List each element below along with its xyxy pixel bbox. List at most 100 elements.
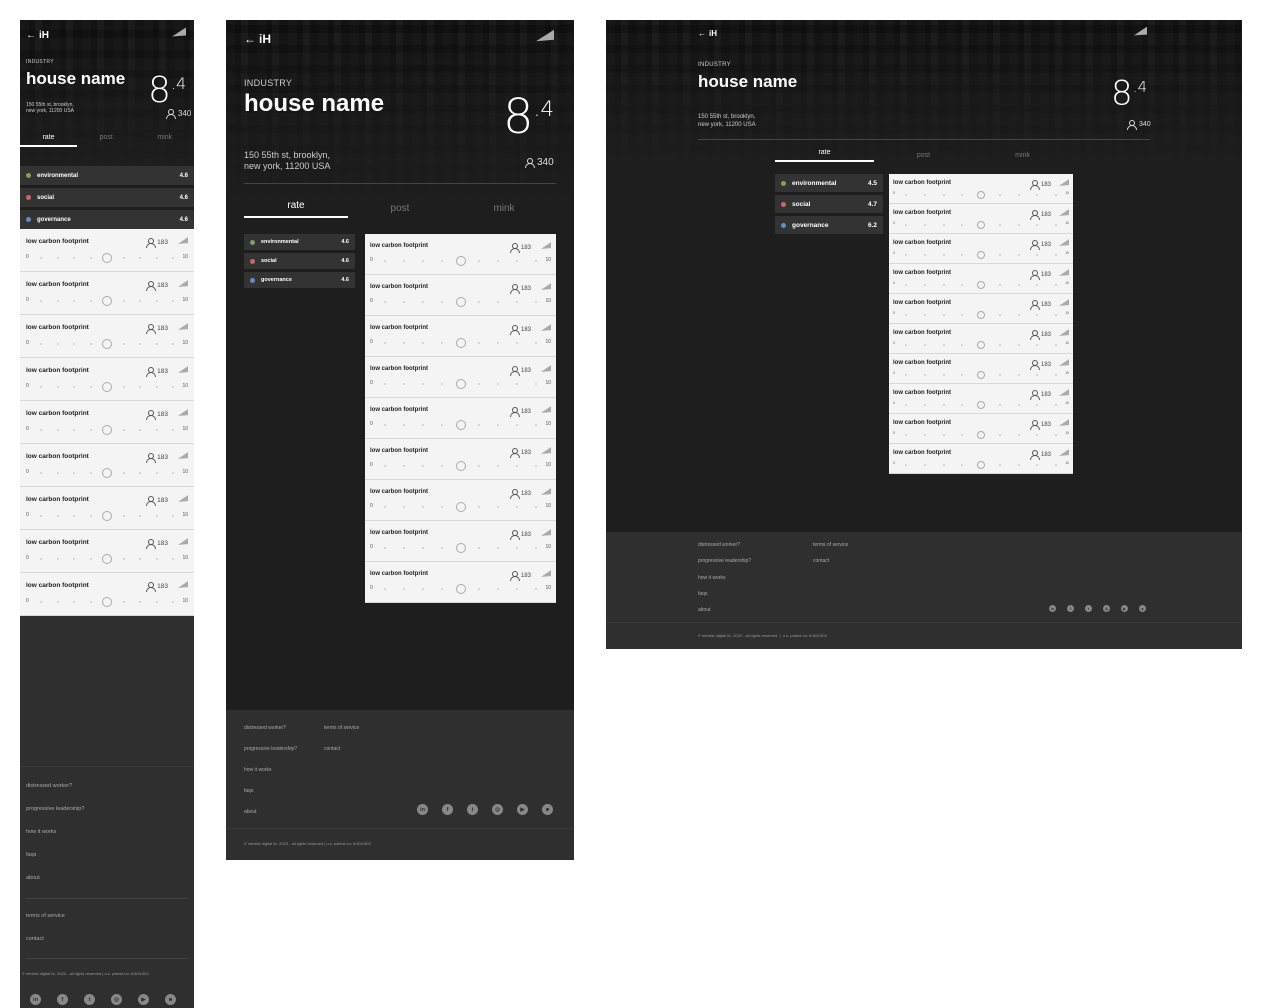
footer-link[interactable]: distressed worker? [244, 725, 286, 731]
facebook-icon[interactable]: f [442, 804, 453, 815]
send-icon[interactable] [178, 323, 188, 333]
send-icon[interactable] [1059, 239, 1069, 249]
slider-handle[interactable] [977, 341, 985, 349]
slider-handle[interactable] [102, 339, 112, 349]
slider-handle[interactable] [977, 311, 985, 319]
tab-post[interactable]: post [348, 198, 452, 218]
slider-handle[interactable] [102, 468, 112, 478]
linkedin-icon[interactable]: in [30, 994, 41, 1005]
footer-link[interactable]: contact [26, 936, 44, 942]
footer-link[interactable]: about [26, 875, 40, 881]
footer-link[interactable]: about [244, 809, 257, 815]
send-icon[interactable] [1059, 179, 1069, 189]
slider-handle[interactable] [102, 511, 112, 521]
youtube-icon[interactable]: ▶ [517, 804, 528, 815]
linkedin-icon[interactable]: in [1049, 605, 1056, 612]
send-icon[interactable] [541, 242, 551, 252]
send-icon[interactable] [541, 529, 551, 539]
back-button[interactable]: ← iH [244, 32, 271, 46]
slider-handle[interactable] [455, 461, 466, 471]
twitter-icon[interactable]: t [467, 804, 478, 815]
footer-link[interactable]: how it works [26, 829, 56, 835]
reddit-icon[interactable]: ☻ [1139, 605, 1146, 612]
reddit-icon[interactable]: ☻ [542, 804, 553, 815]
footer-link[interactable]: terms of service [324, 725, 359, 731]
tab-post[interactable]: post [874, 149, 973, 162]
tab-rate[interactable]: rate [244, 198, 348, 218]
footer-link[interactable]: faqs [698, 591, 707, 597]
tab-mink[interactable]: mink [452, 198, 556, 218]
slider-handle[interactable] [102, 554, 112, 564]
send-icon[interactable] [178, 280, 188, 290]
slider-handle[interactable] [102, 382, 112, 392]
slider-handle[interactable] [977, 401, 985, 409]
footer-link[interactable]: distressed worker? [698, 542, 740, 548]
instagram-icon[interactable]: ◎ [111, 994, 122, 1005]
slider-handle[interactable] [455, 297, 466, 307]
slider-handle[interactable] [977, 431, 985, 439]
youtube-icon[interactable]: ▶ [1121, 605, 1128, 612]
tab-mink[interactable]: mink [973, 149, 1072, 162]
facebook-icon[interactable]: f [57, 994, 68, 1005]
send-icon[interactable] [541, 324, 551, 334]
slider-handle[interactable] [455, 584, 466, 594]
send-icon[interactable] [178, 581, 188, 591]
send-icon[interactable] [1059, 329, 1069, 339]
send-icon[interactable] [178, 409, 188, 419]
footer-link[interactable]: contact [324, 746, 340, 752]
facebook-icon[interactable]: f [1067, 605, 1074, 612]
slider-handle[interactable] [102, 253, 112, 263]
reddit-icon[interactable]: ☻ [165, 994, 176, 1005]
category-row[interactable]: social 4.6 [20, 188, 194, 207]
footer-link[interactable]: progressive leadership? [698, 558, 751, 564]
send-icon[interactable] [541, 365, 551, 375]
category-row[interactable]: environmental 4.6 [20, 166, 194, 185]
footer-link[interactable]: faqs [244, 788, 253, 794]
send-icon[interactable] [1059, 419, 1069, 429]
footer-link[interactable]: how it works [698, 575, 726, 581]
tab-post[interactable]: post [77, 132, 136, 147]
linkedin-icon[interactable]: in [417, 804, 428, 815]
twitter-icon[interactable]: t [84, 994, 95, 1005]
footer-link[interactable]: progressive leadership? [244, 746, 297, 752]
category-row[interactable]: environmental 4.6 [244, 234, 355, 250]
send-icon[interactable] [541, 488, 551, 498]
tab-rate[interactable]: rate [20, 132, 77, 147]
send-icon[interactable] [178, 237, 188, 247]
send-icon[interactable] [178, 538, 188, 548]
slider-handle[interactable] [102, 597, 112, 607]
category-row[interactable]: governance 6.2 [775, 216, 883, 234]
back-button[interactable]: ← iH [698, 29, 717, 38]
send-icon[interactable] [178, 495, 188, 505]
category-row[interactable]: governance 4.6 [20, 210, 194, 229]
slider-handle[interactable] [102, 296, 112, 306]
slider-handle[interactable] [455, 338, 466, 348]
slider-handle[interactable] [455, 379, 466, 389]
category-row[interactable]: environmental 4.5 [775, 174, 883, 192]
send-icon[interactable] [1059, 299, 1069, 309]
slider-handle[interactable] [977, 191, 985, 199]
footer-link[interactable]: contact [813, 558, 829, 564]
send-icon[interactable] [178, 366, 188, 376]
send-icon[interactable] [1059, 269, 1069, 279]
send-icon[interactable] [541, 570, 551, 580]
send-icon[interactable] [541, 406, 551, 416]
slider-handle[interactable] [455, 543, 466, 553]
slider-handle[interactable] [977, 251, 985, 259]
category-row[interactable]: governance 4.6 [244, 272, 355, 288]
footer-link[interactable]: progressive leadership? [26, 806, 84, 812]
slider-handle[interactable] [977, 221, 985, 229]
slider-handle[interactable] [977, 371, 985, 379]
twitter-icon[interactable]: t [1085, 605, 1092, 612]
youtube-icon[interactable]: ▶ [138, 994, 149, 1005]
tab-mink[interactable]: mink [136, 132, 195, 147]
category-row[interactable]: social 4.6 [244, 253, 355, 269]
footer-link[interactable]: faqs [26, 852, 36, 858]
footer-link[interactable]: how it works [244, 767, 272, 773]
slider-handle[interactable] [977, 281, 985, 289]
send-icon[interactable] [1059, 209, 1069, 219]
send-icon[interactable] [178, 452, 188, 462]
send-icon[interactable] [1059, 389, 1069, 399]
slider-handle[interactable] [455, 502, 466, 512]
tab-rate[interactable]: rate [775, 149, 874, 162]
